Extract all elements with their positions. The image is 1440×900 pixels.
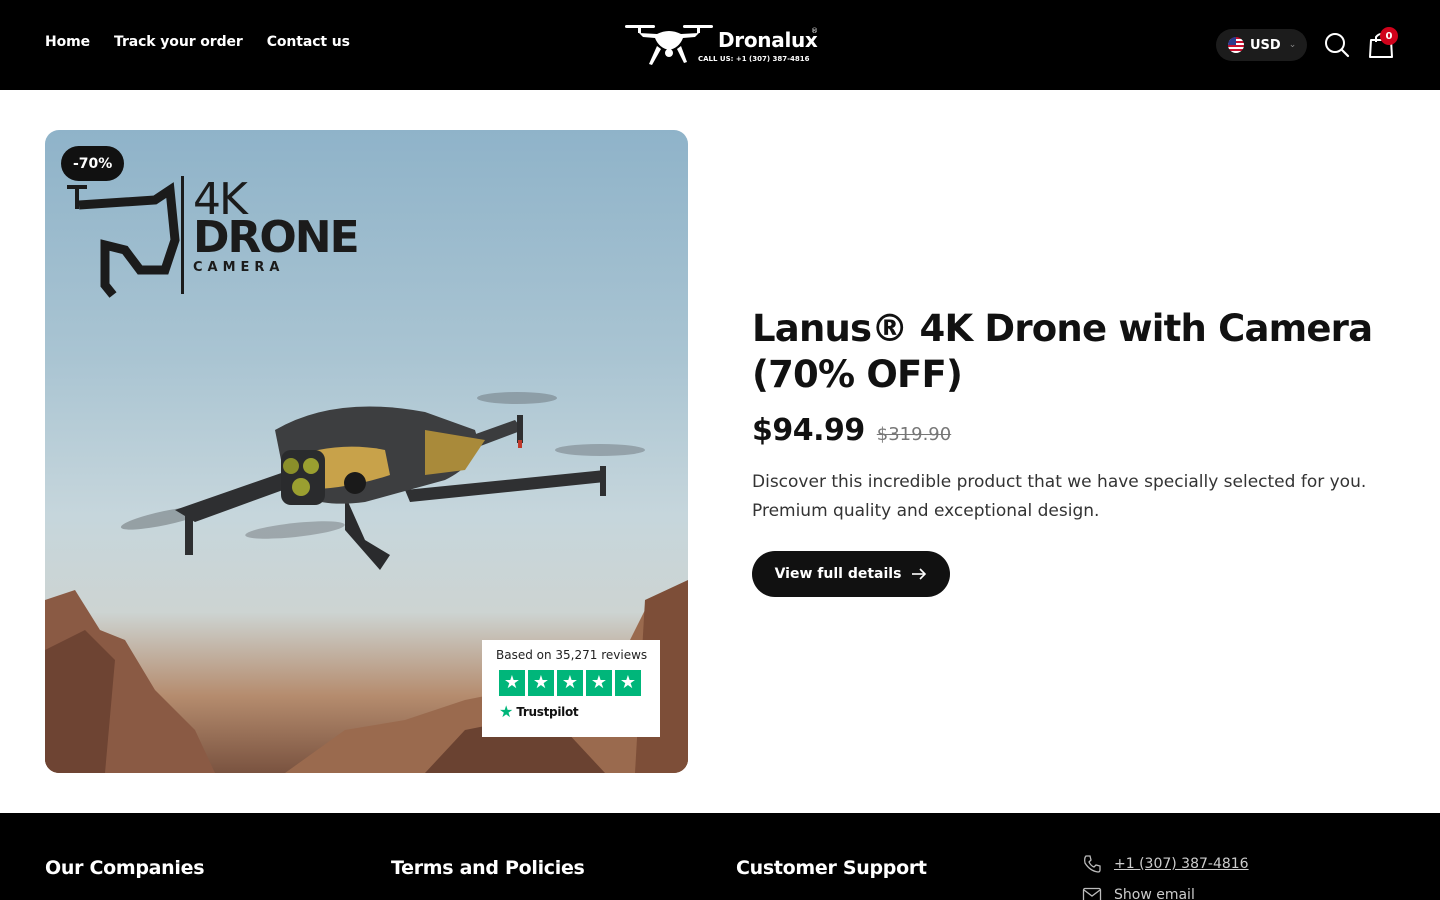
footer-phone: +1 (307) 387-4816 [1114,856,1249,872]
search-icon[interactable] [1323,31,1351,59]
footer-heading-companies: Our Companies [45,857,205,879]
site-logo[interactable]: Dronalux ® CALL US: +1 (307) 387-4816 [621,22,821,68]
footer-email-link[interactable]: Show email [1082,887,1195,900]
currency-selector[interactable]: USD ⌄ [1216,29,1307,61]
star-icon: ★ [557,670,583,696]
nav-contact[interactable]: Contact us [267,34,350,50]
main-nav: Home Track your order Contact us [45,34,350,50]
logo-phone: CALL US: +1 (307) 387-4816 [698,55,810,63]
image-overlay-camera: CAMERA [193,260,285,275]
image-overlay-drone: DRONE [193,212,360,263]
trustpilot-reviews-text: Based on 35,271 reviews [496,648,648,662]
currency-code: USD [1250,37,1281,53]
site-header: Home Track your order Contact us Dronalu… [0,0,1440,90]
logo-trademark: ® [811,27,818,35]
product-image[interactable]: -70% 4K DRONE CAMERA Based on 35,271 rev… [45,130,688,773]
product-title: Lanus® 4K Drone with Camera (70% OFF) [752,307,1373,396]
star-icon: ★ [586,670,612,696]
footer-heading-support: Customer Support [736,857,927,879]
logo-brand: Dronalux [718,28,818,52]
nav-home[interactable]: Home [45,34,90,50]
footer-email: Show email [1114,887,1195,900]
site-footer: Our Companies Terms and Policies Custome… [0,813,1440,900]
compare-at-price: $319.90 [876,424,952,445]
cta-label: View full details [774,566,902,582]
star-icon: ★ [528,670,554,696]
discount-badge: -70% [61,146,125,181]
product-description: Discover this incredible product that we… [752,472,1367,521]
product-price: $94.99 [752,413,865,448]
footer-heading-policies: Terms and Policies [391,857,585,879]
cart-count-badge: 0 [1380,27,1398,45]
phone-icon [1084,855,1101,873]
nav-track-order[interactable]: Track your order [114,34,243,50]
view-full-details-button[interactable]: View full details [752,551,950,597]
mail-icon [1082,887,1102,900]
star-icon: ★ [615,670,641,696]
price-row: $94.99 $319.90 [752,413,951,448]
footer-phone-link[interactable]: +1 (307) 387-4816 [1082,854,1249,874]
trustpilot-stars: ★ ★ ★ ★ ★ [499,670,641,696]
star-icon: ★ [499,670,525,696]
arrow-right-icon [912,568,927,580]
us-flag-icon [1228,37,1244,53]
trustpilot-star-icon: ★ [499,702,514,721]
trustpilot-widget: Based on 35,271 reviews ★ ★ ★ ★ ★ ★ Trus… [482,640,660,737]
chevron-down-icon: ⌄ [1288,40,1297,50]
trustpilot-logo: ★ Trustpilot [499,702,579,721]
trustpilot-name: Trustpilot [516,705,579,719]
